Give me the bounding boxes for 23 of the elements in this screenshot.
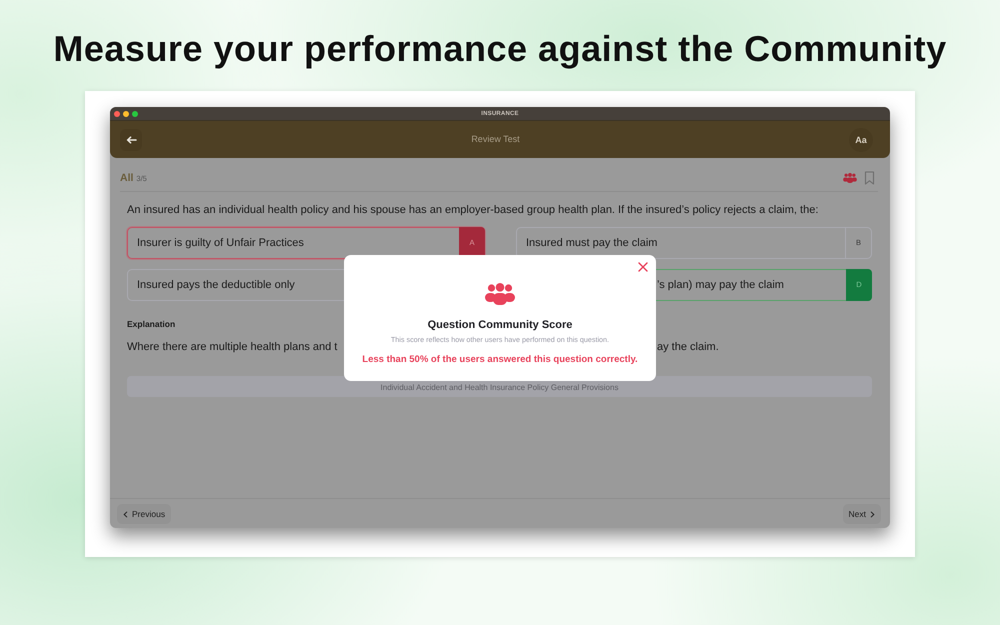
- reference-bar: Individual Accident and Health Insurance Policy General Provisions: [127, 376, 872, 397]
- page-heading: Measure your performance against the Community: [53, 29, 947, 69]
- group-icon[interactable]: [843, 173, 857, 183]
- window-close-icon[interactable]: [114, 110, 120, 116]
- group-icon: [485, 283, 515, 305]
- dialog-title: Question Community Score: [428, 319, 572, 332]
- font-size-button[interactable]: Aa: [848, 128, 873, 152]
- chevron-right-icon: [870, 510, 875, 518]
- explanation-label: Explanation: [127, 319, 176, 330]
- close-icon[interactable]: [638, 262, 648, 272]
- window-zoom-icon[interactable]: [132, 110, 138, 116]
- previous-button[interactable]: Previous: [117, 504, 172, 524]
- question-text: An insured has an individual health policy and his spouse has an employer-based group health plan. If the insured’s policy rejects a claim, the:: [127, 203, 818, 217]
- back-button[interactable]: [120, 128, 142, 150]
- arrow-left-icon: [126, 136, 136, 144]
- chevron-left-icon: [123, 510, 128, 518]
- dialog-message: Less than 50% of the users answered this question correctly.: [362, 354, 638, 366]
- explanation-text: Where there are multiple health plans and t: [127, 340, 338, 354]
- explanation-text: ay the claim.: [657, 340, 719, 354]
- answer-option[interactable]: Insured pays the deductible only: [127, 269, 344, 301]
- next-button[interactable]: Next: [842, 504, 881, 524]
- window-minimize-icon[interactable]: [123, 110, 129, 116]
- toolbar-title: Review Test: [471, 134, 520, 145]
